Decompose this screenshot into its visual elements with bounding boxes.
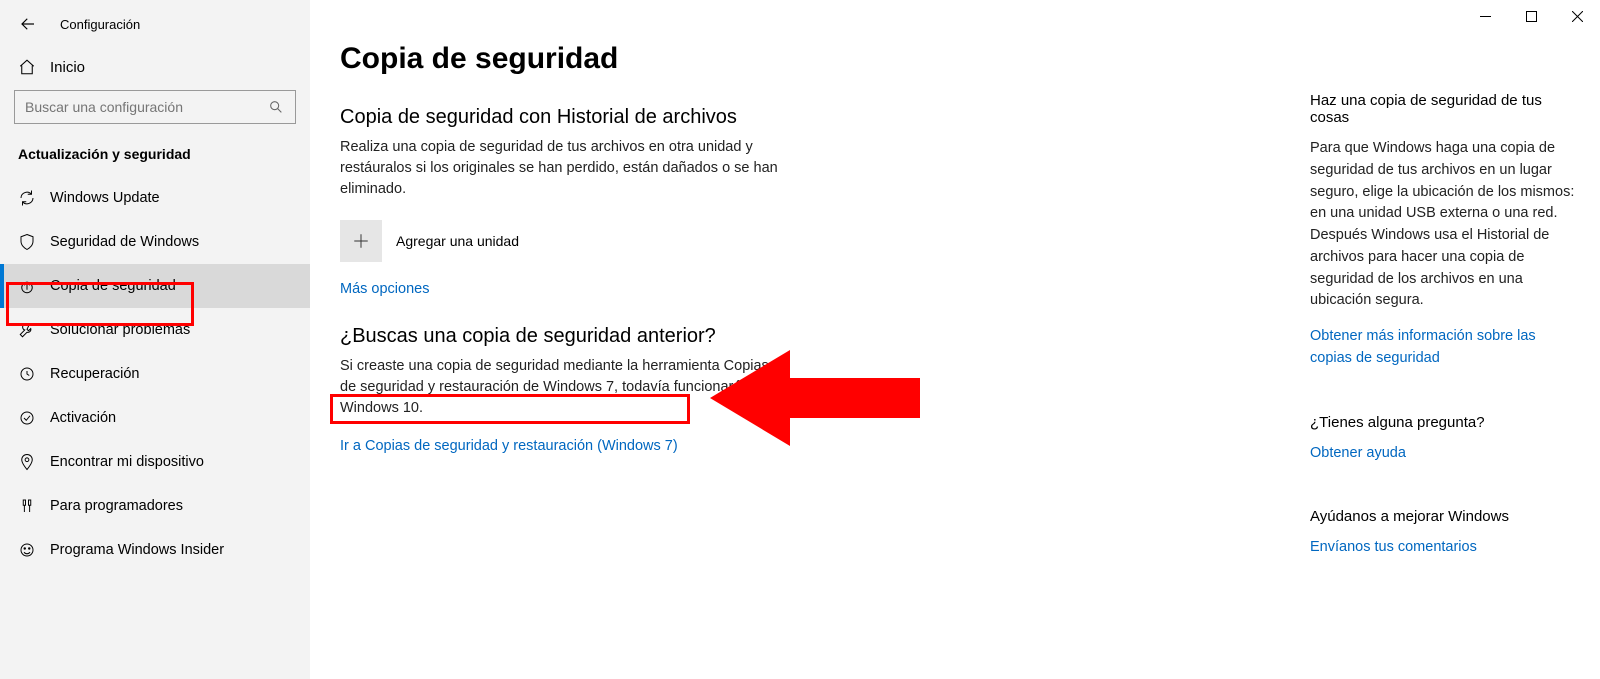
insider-icon (18, 541, 36, 559)
sync-icon (18, 189, 36, 207)
sidebar-item-label: Recuperación (50, 366, 139, 382)
sidebar-item-label: Windows Update (50, 190, 160, 206)
sidebar-item-sync[interactable]: Windows Update (0, 176, 310, 220)
aside-backup-desc: Para que Windows haga una copia de segur… (1310, 138, 1580, 312)
recovery-icon (18, 365, 36, 383)
sidebar-home-label: Inicio (50, 59, 85, 76)
search-input[interactable] (25, 99, 267, 115)
dev-icon (18, 497, 36, 515)
shield-icon (18, 233, 36, 251)
add-drive-label: Agregar una unidad (396, 233, 519, 249)
sidebar: Configuración Inicio Actualización y seg… (0, 0, 310, 679)
sidebar-item-label: Copia de seguridad (50, 278, 176, 294)
sidebar-item-recovery[interactable]: Recuperación (0, 352, 310, 396)
previous-backup-heading: ¿Buscas una copia de seguridad anterior? (340, 325, 780, 348)
wrench-icon (18, 321, 36, 339)
sidebar-item-label: Solucionar problemas (50, 322, 190, 338)
search-icon (267, 98, 285, 116)
add-drive-button[interactable] (340, 220, 382, 262)
sidebar-item-shield[interactable]: Seguridad de Windows (0, 220, 310, 264)
sidebar-item-label: Para programadores (50, 498, 183, 514)
sidebar-item-backup[interactable]: Copia de seguridad (0, 264, 310, 308)
previous-backup-desc: Si creaste una copia de seguridad median… (340, 356, 780, 419)
window-title: Configuración (60, 17, 140, 32)
sidebar-item-dev[interactable]: Para programadores (0, 484, 310, 528)
aside-feedback-heading: Ayúdanos a mejorar Windows (1310, 508, 1580, 525)
aside-backup-heading: Haz una copia de seguridad de tus cosas (1310, 92, 1580, 126)
sidebar-item-label: Seguridad de Windows (50, 234, 199, 250)
more-options-link[interactable]: Más opciones (340, 281, 429, 297)
minimize-button[interactable] (1462, 0, 1508, 32)
sidebar-item-insider[interactable]: Programa Windows Insider (0, 528, 310, 572)
sidebar-item-label: Encontrar mi dispositivo (50, 454, 204, 470)
find-icon (18, 453, 36, 471)
sidebar-category: Actualización y seguridad (0, 146, 310, 176)
file-history-heading: Copia de seguridad con Historial de arch… (340, 106, 780, 129)
sidebar-item-label: Activación (50, 410, 116, 426)
back-button[interactable] (18, 14, 38, 34)
search-box[interactable] (14, 90, 296, 124)
close-button[interactable] (1554, 0, 1600, 32)
file-history-desc: Realiza una copia de seguridad de tus ar… (340, 137, 780, 200)
aside-panel: Haz una copia de seguridad de tus cosas … (1310, 0, 1600, 679)
home-icon (18, 58, 36, 76)
aside-question-link[interactable]: Obtener ayuda (1310, 445, 1406, 461)
maximize-button[interactable] (1508, 0, 1554, 32)
window-controls (1462, 0, 1600, 32)
sidebar-item-activation[interactable]: Activación (0, 396, 310, 440)
page-title: Copia de seguridad (340, 42, 1280, 76)
activation-icon (18, 409, 36, 427)
sidebar-item-wrench[interactable]: Solucionar problemas (0, 308, 310, 352)
win7-backup-link[interactable]: Ir a Copias de seguridad y restauración … (340, 438, 678, 454)
aside-backup-link[interactable]: Obtener más información sobre las copias… (1310, 328, 1536, 366)
sidebar-item-find[interactable]: Encontrar mi dispositivo (0, 440, 310, 484)
add-drive-row[interactable]: Agregar una unidad (340, 220, 780, 262)
sidebar-nav: Windows Update Seguridad de Windows Copia … (0, 176, 310, 572)
main-content: Copia de seguridad Copia de seguridad co… (310, 0, 1310, 679)
backup-icon (18, 277, 36, 295)
sidebar-home[interactable]: Inicio (0, 48, 310, 86)
sidebar-item-label: Programa Windows Insider (50, 542, 224, 558)
aside-question-heading: ¿Tienes alguna pregunta? (1310, 414, 1580, 431)
aside-feedback-link[interactable]: Envíanos tus comentarios (1310, 539, 1477, 555)
